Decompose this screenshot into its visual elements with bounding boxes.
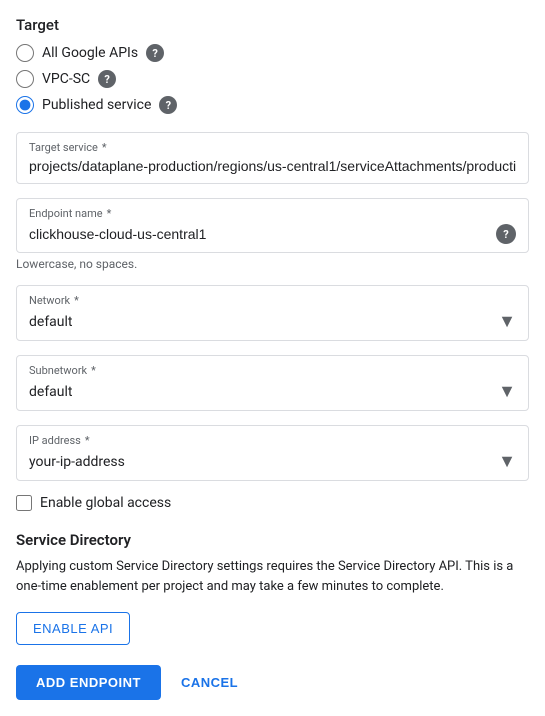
subnetwork-dropdown-icon[interactable]: ▼: [498, 381, 516, 402]
radio-label-published-service: Published service: [42, 97, 151, 113]
ip-address-label: IP address *: [29, 434, 516, 447]
endpoint-name-hint: Lowercase, no spaces.: [16, 257, 529, 271]
endpoint-name-label: Endpoint name *: [29, 207, 516, 220]
ip-address-dropdown-icon[interactable]: ▼: [498, 451, 516, 472]
endpoint-name-row: ?: [29, 224, 516, 244]
enable-global-access-label: Enable global access: [40, 495, 171, 511]
subnetwork-select-row[interactable]: default ▼: [29, 381, 516, 402]
action-row: ADD ENDPOINT CANCEL: [16, 665, 529, 700]
section-title: Target: [16, 16, 529, 34]
help-icon-vpc-sc[interactable]: ?: [98, 70, 116, 88]
enable-global-access-checkbox[interactable]: [16, 495, 32, 511]
radio-input-published-service[interactable]: [16, 96, 34, 114]
help-icon-published-service[interactable]: ?: [159, 96, 177, 114]
target-service-label: Target service *: [29, 141, 516, 154]
subnetwork-label: Subnetwork *: [29, 364, 516, 377]
ip-address-select-row[interactable]: your-ip-address ▼: [29, 451, 516, 472]
target-service-input[interactable]: [29, 158, 516, 174]
ip-address-field[interactable]: IP address * your-ip-address ▼: [16, 425, 529, 481]
subnetwork-field[interactable]: Subnetwork * default ▼: [16, 355, 529, 411]
help-icon-all-google-apis[interactable]: ?: [146, 44, 164, 62]
endpoint-name-field: Endpoint name * ?: [16, 198, 529, 253]
service-directory-description: Applying custom Service Directory settin…: [16, 557, 529, 596]
subnetwork-value: default: [29, 384, 73, 400]
radio-vpc-sc[interactable]: VPC-SC ?: [16, 70, 529, 88]
service-directory-title: Service Directory: [16, 531, 529, 549]
network-dropdown-icon[interactable]: ▼: [498, 311, 516, 332]
network-field[interactable]: Network * default ▼: [16, 285, 529, 341]
network-select-row[interactable]: default ▼: [29, 311, 516, 332]
endpoint-name-input[interactable]: [29, 226, 496, 242]
radio-label-all-google-apis: All Google APIs: [42, 45, 138, 61]
radio-all-google-apis[interactable]: All Google APIs ?: [16, 44, 529, 62]
add-endpoint-button[interactable]: ADD ENDPOINT: [16, 665, 161, 700]
radio-input-vpc-sc[interactable]: [16, 70, 34, 88]
cancel-button[interactable]: CANCEL: [177, 665, 242, 700]
network-label: Network *: [29, 294, 516, 307]
endpoint-name-help-icon[interactable]: ?: [496, 224, 516, 244]
network-value: default: [29, 314, 73, 330]
radio-published-service[interactable]: Published service ?: [16, 96, 529, 114]
ip-address-value: your-ip-address: [29, 454, 125, 470]
enable-global-access-row[interactable]: Enable global access: [16, 495, 529, 511]
radio-label-vpc-sc: VPC-SC: [42, 71, 90, 87]
enable-api-button[interactable]: ENABLE API: [16, 612, 130, 645]
target-service-field: Target service *: [16, 132, 529, 184]
radio-input-all-google-apis[interactable]: [16, 44, 34, 62]
target-section: Target All Google APIs ? VPC-SC ? Publis…: [16, 16, 529, 700]
target-radio-group: All Google APIs ? VPC-SC ? Published ser…: [16, 44, 529, 114]
service-directory-section: Service Directory Applying custom Servic…: [16, 531, 529, 665]
